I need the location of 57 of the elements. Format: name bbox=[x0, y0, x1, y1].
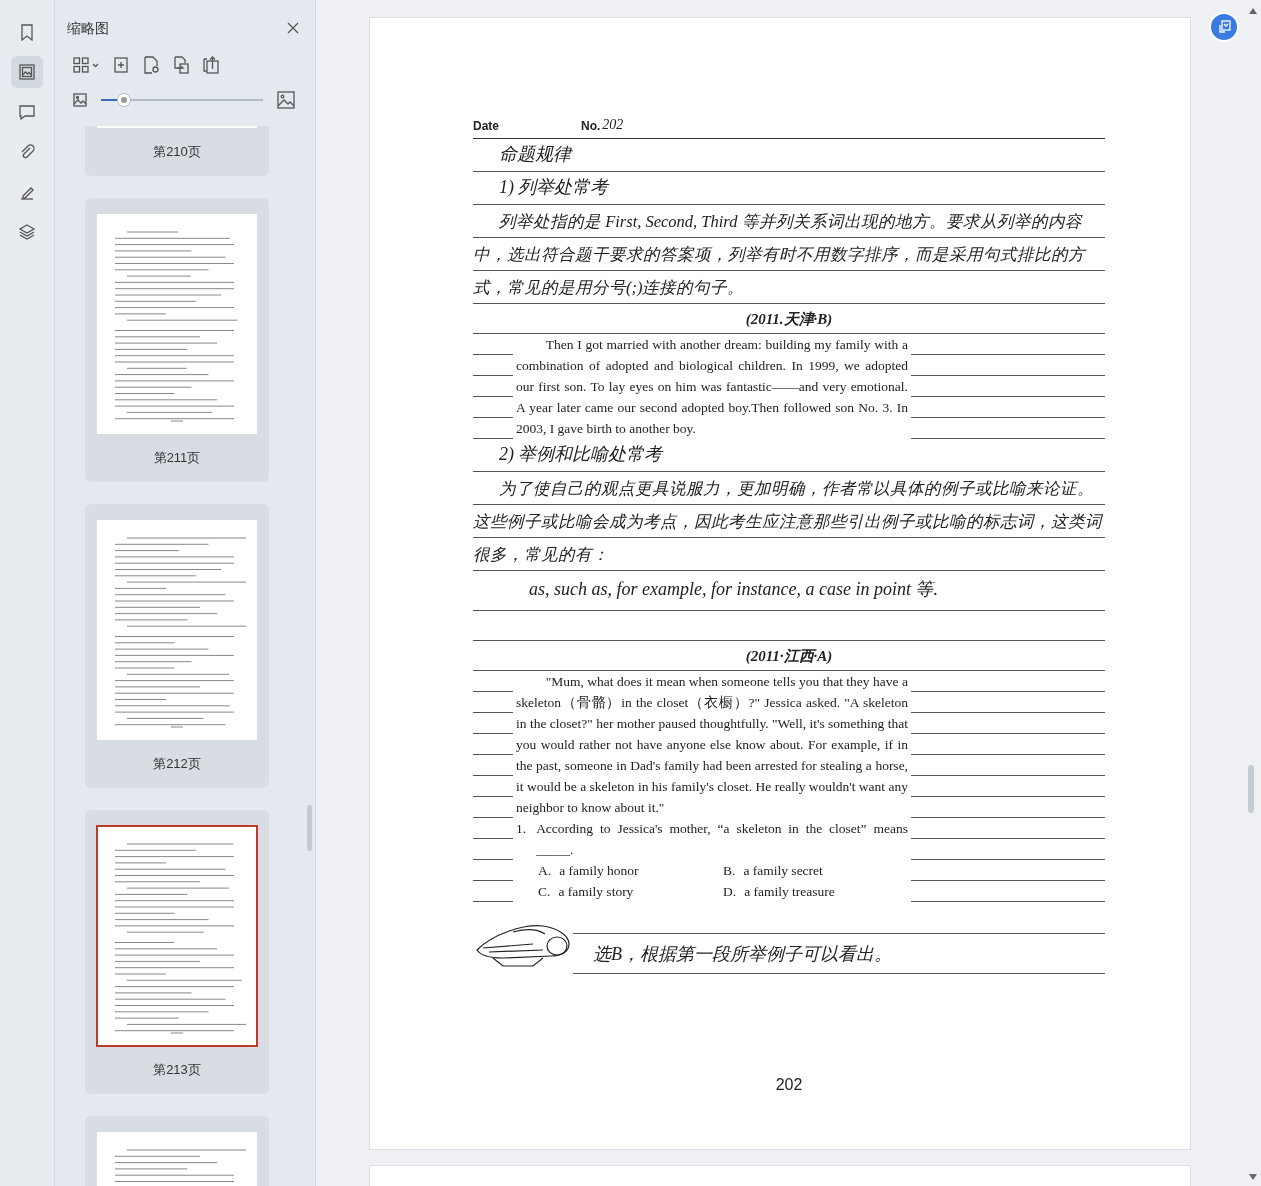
scroll-up-icon[interactable] bbox=[1249, 8, 1257, 14]
page-number: 202 bbox=[774, 1075, 804, 1095]
page-convert-icon bbox=[1216, 19, 1232, 35]
grid-view-icon[interactable] bbox=[73, 57, 89, 73]
option-text: a family treasure bbox=[744, 883, 835, 901]
passage-text: "Mum, what does it mean when someone tells you that they have a skeleton（骨骼）in the closet（衣橱）?" Jessica asked. "A skeleton in the closet?" her mother paused thoughtfully. "Well, it's something that you would rather not have anyone else know about. For example, if in the past, someone in Dad's family had been arrested for stealing a horse, it would be a skeleton in his family's closet. He really wouldn't want any neighbor to know about it." bbox=[515, 673, 909, 817]
page-label: 第212页 bbox=[153, 755, 201, 773]
page-thumbnail[interactable] bbox=[97, 214, 257, 434]
large-image-icon[interactable] bbox=[277, 91, 295, 109]
option-text: a family story bbox=[558, 883, 634, 901]
handwritten-answer: 选B，根据第一段所举例子可以看出。 bbox=[573, 934, 1105, 974]
floating-action-button[interactable] bbox=[1209, 12, 1239, 42]
thumbnail-card[interactable]: 第211页 bbox=[85, 198, 269, 482]
source-label: (2011.天津·B) bbox=[473, 304, 1105, 334]
page-thumbnail[interactable] bbox=[97, 520, 257, 740]
comment-icon bbox=[18, 103, 36, 121]
panel-title: 缩略图 bbox=[67, 18, 109, 38]
handwritten-example: as, such as, for example, for instance, a case in point 等. bbox=[473, 571, 1105, 611]
option-text: a family secret bbox=[743, 862, 823, 880]
slider-handle[interactable] bbox=[116, 93, 131, 107]
page-export-icon[interactable] bbox=[203, 56, 219, 74]
close-icon[interactable] bbox=[287, 22, 299, 34]
page-label: 第211页 bbox=[153, 449, 201, 467]
thumbnail-card[interactable]: 第210页 bbox=[85, 126, 269, 176]
date-label: Date bbox=[473, 118, 500, 135]
scroll-down-icon[interactable] bbox=[1249, 1174, 1257, 1180]
bookmark-icon bbox=[18, 23, 36, 41]
size-slider[interactable] bbox=[101, 93, 263, 107]
page-swap-icon[interactable] bbox=[173, 56, 189, 74]
number-label: No. bbox=[581, 118, 601, 135]
small-image-icon[interactable] bbox=[73, 93, 87, 107]
option-letter: D. bbox=[723, 883, 737, 901]
handwritten-heading: 1) 列举处常考 bbox=[473, 172, 1105, 205]
option-letter: B. bbox=[723, 862, 736, 880]
page-thumbnail[interactable] bbox=[97, 826, 257, 1046]
passage-text: Then I got married with another dream: building my family with a combination of adopted and biological children. In 1999, we adopted our first son. To lay eyes on him was fantastic——and very emotional. A year later came our second adopted boy.Then followed son No. 3. In 2003, I gave birth to another boy. bbox=[515, 336, 909, 438]
caret-icon[interactable] bbox=[92, 62, 99, 68]
scrollbar-thumb[interactable] bbox=[307, 805, 312, 851]
option-text: a family honor bbox=[559, 862, 639, 880]
thumbnail-card[interactable]: 第213页 bbox=[85, 810, 269, 1094]
handwritten-heading: 命题规律 bbox=[473, 139, 1105, 172]
question-number: 1. bbox=[516, 820, 527, 838]
option-letter: C. bbox=[538, 883, 551, 901]
page-label: 第213页 bbox=[153, 1061, 201, 1079]
layers-icon bbox=[18, 223, 36, 241]
thumbnail-icon bbox=[18, 63, 36, 81]
option-letter: A. bbox=[538, 862, 552, 880]
page-settings-icon[interactable] bbox=[143, 56, 159, 74]
page-label: 第210页 bbox=[153, 143, 201, 161]
source-label: (2011·江西·A) bbox=[473, 641, 1105, 671]
sidebar-tab[interactable] bbox=[11, 56, 43, 88]
add-page-icon[interactable] bbox=[113, 56, 129, 74]
handwritten-heading: 2) 举例和比喻处常考 bbox=[473, 439, 1105, 472]
number-value: 202 bbox=[602, 116, 624, 134]
question-text: According to Jessica's mother, “a skeleton in the closet” means _____. bbox=[536, 820, 908, 859]
thumbnail-card[interactable]: 第212页 bbox=[85, 504, 269, 788]
scrollbar-thumb[interactable] bbox=[1248, 765, 1254, 813]
